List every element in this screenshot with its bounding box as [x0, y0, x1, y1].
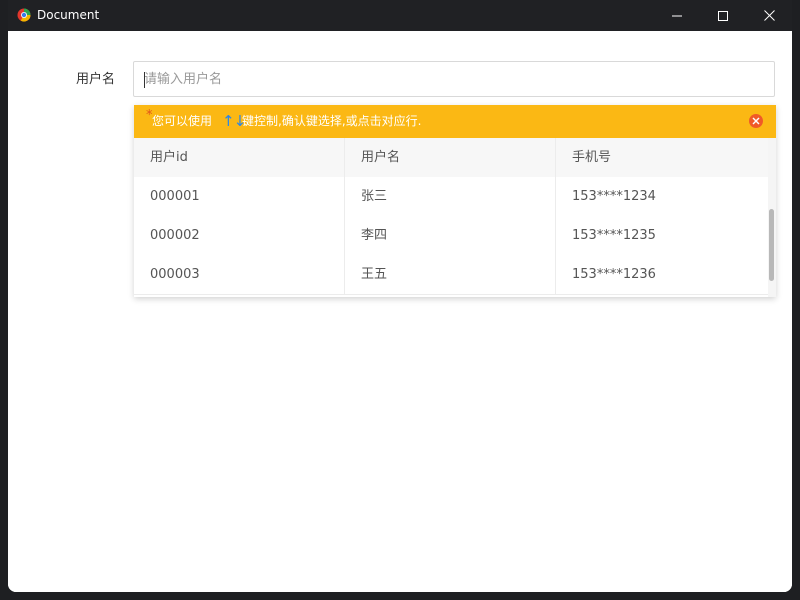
column-header-user-id: 用户id	[134, 138, 345, 177]
hint-text-after: 键控制,确认键选择,或点击对应行.	[242, 114, 422, 128]
close-circle-icon[interactable]	[748, 113, 764, 129]
cell-phone: 153****1236	[572, 267, 656, 282]
minimize-button[interactable]	[654, 0, 700, 31]
column-header-username: 用户名	[345, 138, 556, 177]
table-row[interactable]: 000003 王五 153****1236	[134, 255, 768, 295]
cell-phone: 153****1234	[572, 189, 656, 204]
cell-username: 张三	[345, 177, 556, 216]
maximize-icon	[718, 10, 728, 21]
cell-username: 王五	[345, 255, 556, 294]
cell-user-id: 000002	[134, 216, 345, 255]
hint-banner: * 您可以使用 ↑↓ 键控制,确认键选择,或点击对应行.	[134, 105, 776, 138]
table-row[interactable]: 000002 李四 153****1235	[134, 216, 768, 256]
maximize-button[interactable]	[700, 0, 746, 31]
username-label: 用户名	[76, 72, 116, 87]
cell-username: 李四	[345, 216, 556, 255]
close-icon	[763, 10, 775, 21]
title-bar[interactable]: Document	[8, 0, 792, 31]
browser-app-icon	[17, 8, 31, 22]
cell-phone: 153****1235	[572, 228, 656, 243]
table-row[interactable]: 000001 张三 153****1234	[134, 177, 768, 217]
username-input[interactable]	[133, 61, 775, 97]
close-button[interactable]	[746, 0, 792, 31]
minimize-icon	[672, 15, 682, 16]
table-header: 用户id 用户名 手机号	[134, 138, 768, 178]
text-caret	[144, 72, 145, 88]
page-content: 用户名 * 您可以使用 ↑↓ 键控制,确认键选择,或点击对应行. 用户id 用户…	[8, 31, 792, 592]
hint-text-before: 您可以使用	[152, 114, 213, 128]
cell-user-id: 000001	[134, 177, 345, 216]
column-header-phone: 手机号	[572, 150, 612, 165]
app-window: Document 用户名 * 您可以使用 ↑↓ 键	[8, 0, 792, 592]
window-title: Document	[37, 8, 100, 22]
suggestion-dropdown: * 您可以使用 ↑↓ 键控制,确认键选择,或点击对应行. 用户id 用户名 手机…	[134, 105, 776, 297]
cell-user-id: 000003	[134, 255, 345, 294]
scrollbar-thumb[interactable]	[769, 209, 774, 281]
